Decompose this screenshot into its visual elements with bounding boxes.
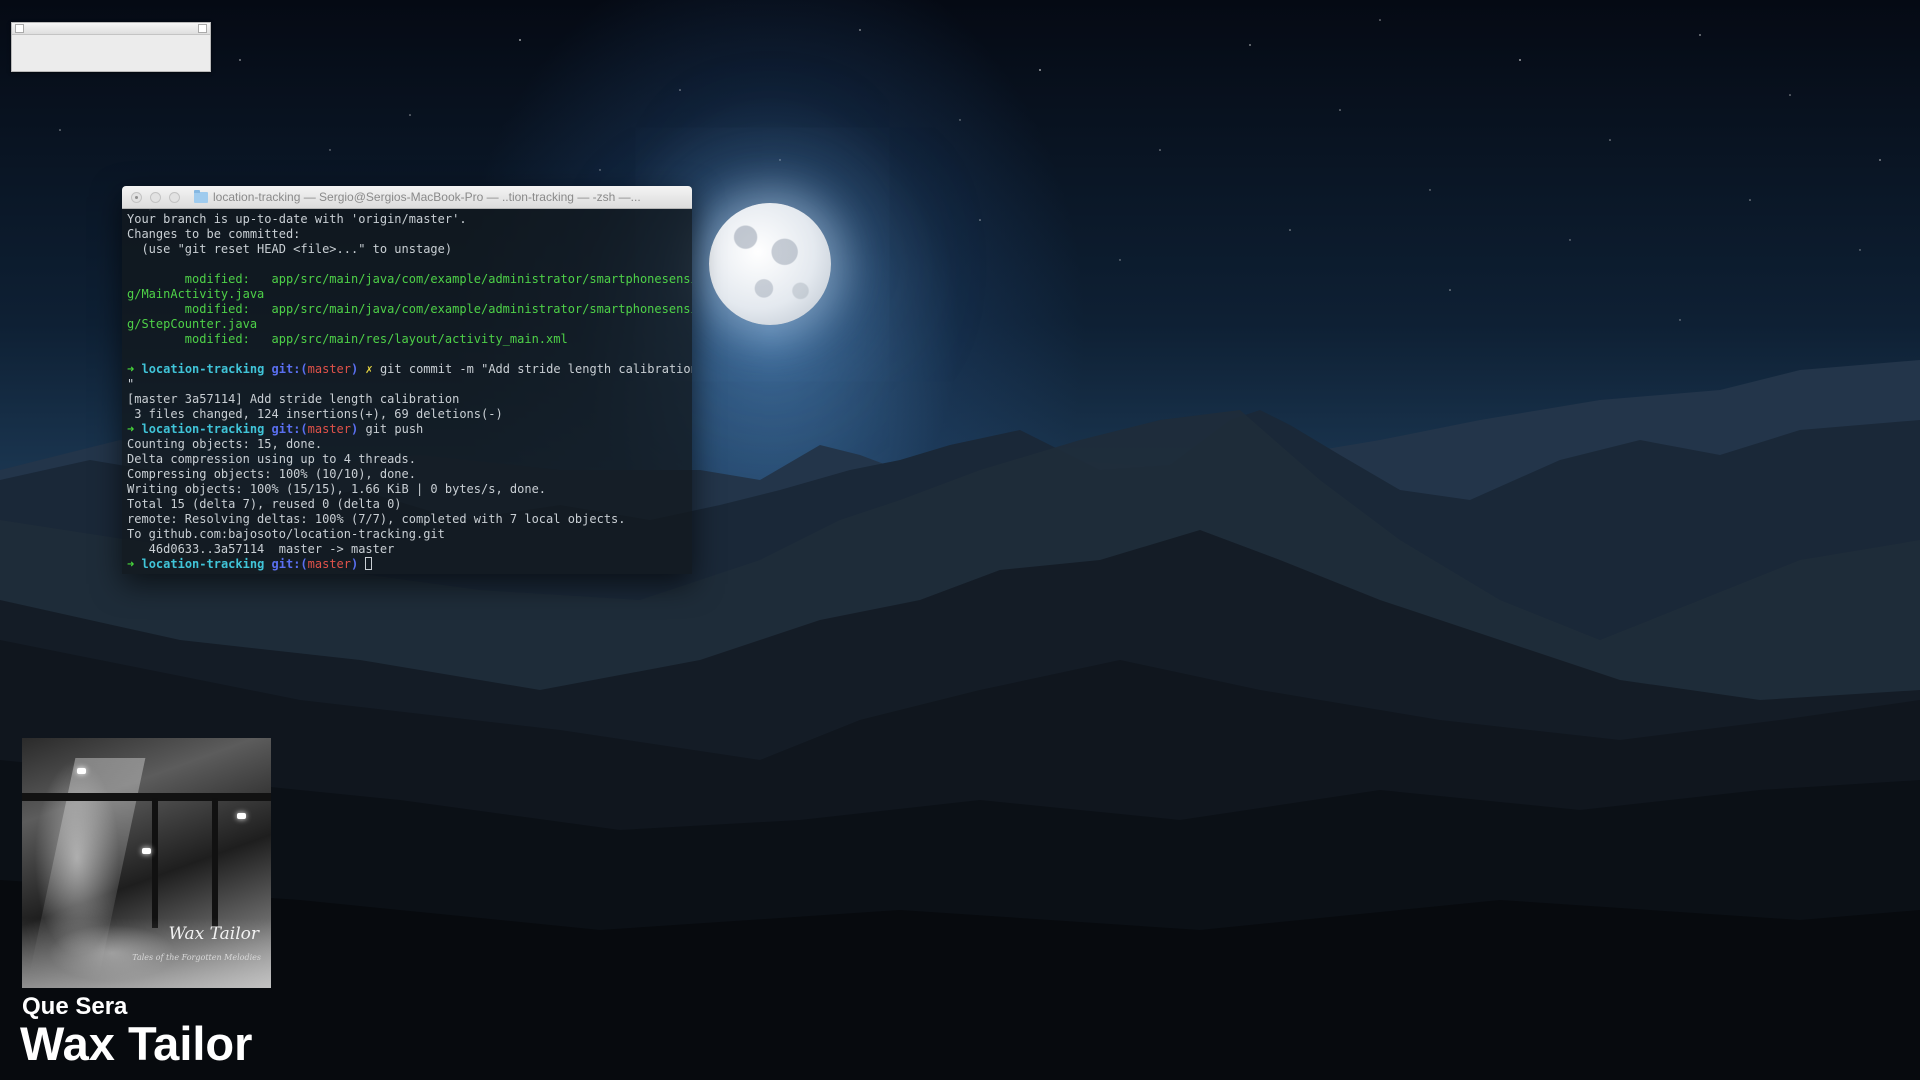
empty-mini-window[interactable] <box>11 22 211 72</box>
prompt-dir: location-tracking <box>141 422 265 436</box>
album-art-post <box>212 798 218 928</box>
zoom-button[interactable] <box>169 191 180 203</box>
album-art-lamp <box>77 768 86 774</box>
modified-line: g/MainActivity.java <box>127 287 265 301</box>
output-line: 46d0633..3a57114 master -> master <box>127 542 395 556</box>
window-controls <box>122 191 180 203</box>
output-line: Your branch is up-to-date with 'origin/m… <box>127 212 467 226</box>
prompt-line: ➜ location-tracking git:(master) git pus… <box>127 422 688 437</box>
command-text: git push <box>365 422 424 436</box>
output-line: Counting objects: 15, done. <box>127 437 323 451</box>
output-line: remote: Resolving deltas: 100% (7/7), co… <box>127 512 626 526</box>
prompt-git-label: git:( <box>271 422 308 436</box>
output-line: (use "git reset HEAD <file>..." to unsta… <box>127 242 453 256</box>
output-line: Writing objects: 100% (15/15), 1.66 KiB … <box>127 482 547 496</box>
album-art: Wax Tailor Tales of the Forgotten Melodi… <box>22 738 271 988</box>
command-text: git commit -m "Add stride length calibra… <box>379 362 692 376</box>
album-art-lamp <box>142 848 151 854</box>
close-button[interactable] <box>131 191 142 203</box>
output-line: Compressing objects: 100% (10/10), done. <box>127 467 416 481</box>
folder-icon <box>194 189 208 203</box>
prompt-dir: location-tracking <box>141 557 265 571</box>
mini-window-close-button[interactable] <box>15 24 24 33</box>
prompt-arrow-icon: ➜ <box>127 557 135 571</box>
prompt-dir: location-tracking <box>141 362 265 376</box>
modified-line: modified: app/src/main/java/com/example/… <box>127 272 692 286</box>
prompt-branch: master <box>307 362 352 376</box>
output-line: Changes to be committed: <box>127 227 301 241</box>
prompt-line[interactable]: ➜ location-tracking git:(master) <box>127 557 688 572</box>
album-art-artist-script: Wax Tailor <box>168 924 259 944</box>
prompt-git-label: git:( <box>271 362 308 376</box>
prompt-git-label: git:( <box>271 557 308 571</box>
mini-window-resize-button[interactable] <box>198 24 207 33</box>
terminal-window[interactable]: location-tracking — Sergio@Sergios-MacBo… <box>122 186 692 574</box>
album-art-rail <box>22 793 271 801</box>
mini-window-titlebar[interactable] <box>12 23 210 35</box>
window-title: location-tracking — Sergio@Sergios-MacBo… <box>213 190 641 204</box>
album-art-subtitle: Tales of the Forgotten Melodies <box>132 953 261 962</box>
output-line: Total 15 (delta 7), reused 0 (delta 0) <box>127 497 402 511</box>
terminal-titlebar[interactable]: location-tracking — Sergio@Sergios-MacBo… <box>122 186 692 209</box>
output-line: Delta compression using up to 4 threads. <box>127 452 416 466</box>
prompt-arrow-icon: ➜ <box>127 422 135 436</box>
modified-line: g/StepCounter.java <box>127 317 258 331</box>
text-cursor[interactable] <box>365 557 373 570</box>
output-line: 3 files changed, 124 insertions(+), 69 d… <box>127 407 503 421</box>
minimize-button[interactable] <box>150 191 161 203</box>
prompt-line: ➜ location-tracking git:(master) ✗ git c… <box>127 362 692 377</box>
prompt-branch: master <box>307 422 352 436</box>
prompt-git-close: ) <box>351 422 359 436</box>
now-playing-artist: Wax Tailor <box>20 1017 253 1070</box>
terminal-output[interactable]: Your branch is up-to-date with 'origin/m… <box>122 209 692 574</box>
output-line: [master 3a57114] Add stride length calib… <box>127 392 460 406</box>
album-art-lamp <box>237 813 246 819</box>
dirty-mark-icon: ✗ <box>365 362 373 376</box>
prompt-git-close: ) <box>351 557 359 571</box>
output-line: To github.com:bajosoto/location-tracking… <box>127 527 445 541</box>
modified-line: modified: app/src/main/java/com/example/… <box>127 302 692 316</box>
prompt-arrow-icon: ➜ <box>127 362 135 376</box>
album-art-post <box>152 798 158 928</box>
prompt-branch: master <box>307 557 352 571</box>
modified-line: modified: app/src/main/res/layout/activi… <box>127 332 568 346</box>
output-line: " <box>127 377 135 391</box>
prompt-git-close: ) <box>351 362 359 376</box>
